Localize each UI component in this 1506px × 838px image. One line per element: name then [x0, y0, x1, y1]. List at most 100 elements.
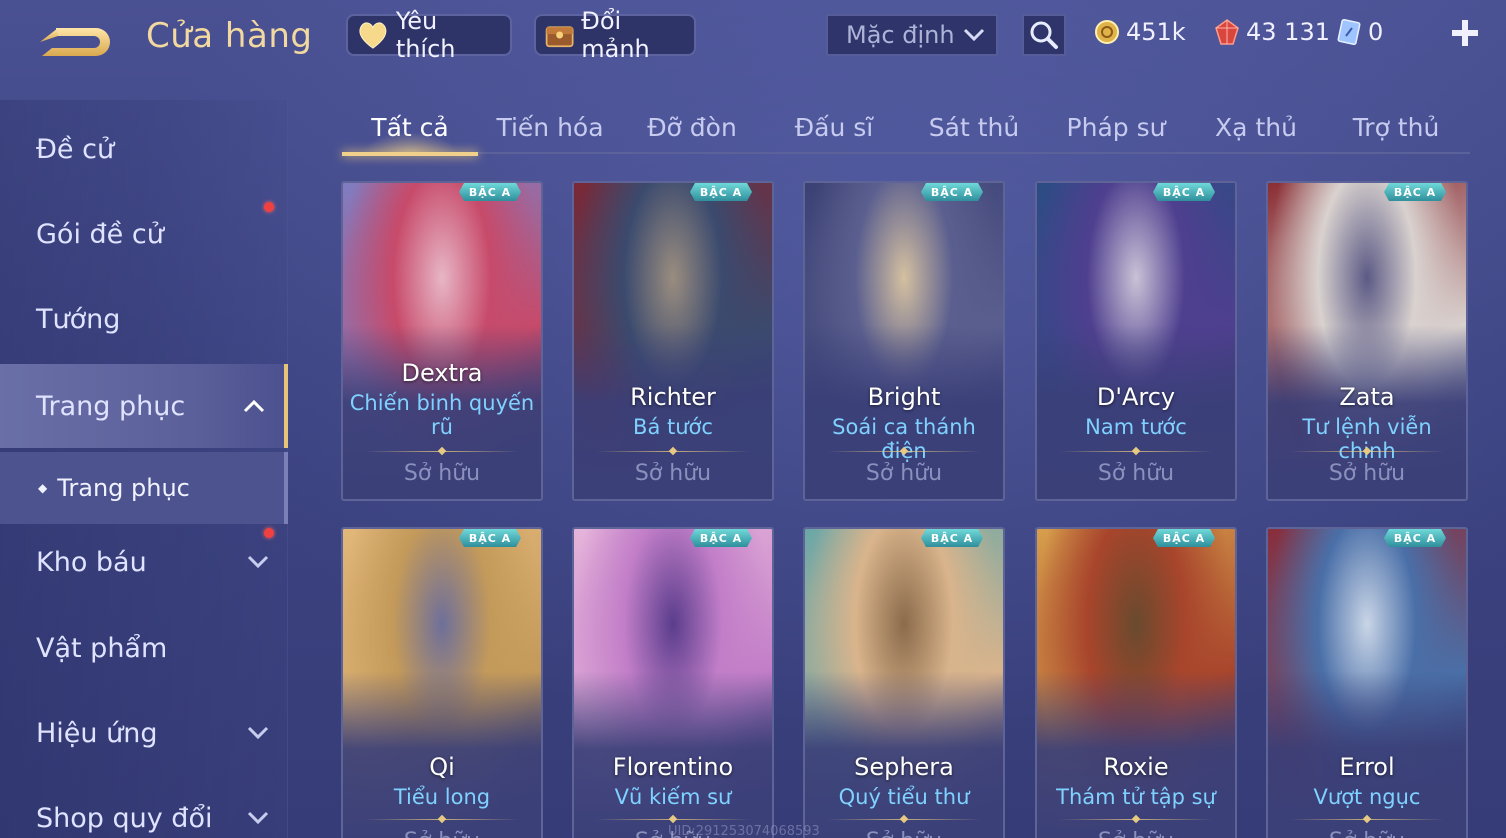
tab-support[interactable]: Trợ thủ: [1328, 100, 1464, 154]
sidebar-item-label: Vật phẩm: [36, 632, 168, 664]
hero-name: Dextra: [401, 359, 483, 387]
owned-status: Sở hữu: [1037, 829, 1235, 838]
treasure-chest-icon: [545, 26, 574, 48]
tab-assassin[interactable]: Sát thủ: [906, 100, 1042, 154]
skin-name: Chiến binh quyến: [349, 391, 535, 415]
hero-name: Qi: [429, 753, 455, 781]
sidebar-item-featured-packs[interactable]: Gói đề cử: [0, 192, 288, 276]
favorites-button[interactable]: Yêu thích: [346, 7, 512, 63]
shard-exchange-label: Đổi mảnh: [581, 7, 650, 63]
skin-name: Thám tử tập sự: [1056, 785, 1216, 809]
gem-amount: 43 131: [1246, 18, 1330, 46]
sidebar-item-label: Hiệu ứng: [36, 717, 158, 749]
sidebar-item-label: Kho báu: [36, 546, 147, 578]
tier-badge: BẬC A: [459, 183, 521, 201]
favorites-label: Yêu thích: [395, 7, 456, 63]
chevron-down-icon: [247, 811, 269, 825]
tier-badge: BẬC A: [1153, 183, 1215, 201]
tier-badge: BẬC A: [690, 183, 752, 201]
tab-tank[interactable]: Đỡ đòn: [624, 100, 760, 154]
owned-status: Sở hữu: [343, 829, 541, 838]
skin-card[interactable]: BẬC A Errol Vượt ngục Sở hữu: [1266, 527, 1468, 838]
sidebar-item-items[interactable]: Vật phẩm: [0, 606, 288, 690]
owned-status: Sở hữu: [1328, 461, 1406, 486]
sidebar-subitem-skins[interactable]: ◆ Trang phục: [0, 452, 288, 524]
skin-name: Bá tước: [633, 415, 713, 439]
gold-balance: 451k: [1094, 16, 1186, 48]
tab-label: Sát thủ: [928, 112, 1020, 142]
sidebar-item-label: Đề cử: [36, 133, 115, 165]
owned-status: Sở hữu: [403, 461, 481, 486]
tier-badge: BẬC A: [1384, 183, 1446, 201]
tab-all[interactable]: Tất cả: [342, 100, 478, 156]
notification-dot: [264, 528, 274, 538]
skin-card[interactable]: BẬC A Bright Soái ca thánh điệnSở hữu: [803, 181, 1005, 501]
skin-card[interactable]: BẬC A Qi Tiểu long Sở hữu: [341, 527, 543, 838]
sidebar-item-skins[interactable]: Trang phục: [0, 364, 288, 448]
sidebar-item-effects[interactable]: Hiệu ứng: [0, 691, 288, 775]
tier-badge: BẬC A: [690, 529, 752, 547]
tier-badge: BẬC A: [921, 529, 983, 547]
skin-card[interactable]: BẬC A D'Arcy Nam tước Sở hữu: [1035, 181, 1237, 501]
skin-card[interactable]: BẬC A Dextra Chiến binh quyến rũ Sở hữu: [341, 181, 543, 501]
gem-balance: 43 131: [1214, 16, 1330, 48]
sidebar-item-featured[interactable]: Đề cử: [0, 107, 288, 191]
tab-fighter[interactable]: Đấu sĩ: [766, 100, 902, 154]
add-currency-button[interactable]: [1450, 18, 1480, 48]
hero-name: Roxie: [1103, 753, 1169, 781]
sort-dropdown[interactable]: Mặc định: [826, 14, 998, 56]
sidebar-item-heroes[interactable]: Tướng: [0, 277, 288, 361]
back-arrow-icon[interactable]: [36, 22, 116, 62]
sort-selected-value: Mặc định: [846, 21, 955, 49]
tab-evolution[interactable]: Tiến hóa: [482, 100, 618, 154]
voucher-balance: 0: [1336, 16, 1383, 48]
tab-mage[interactable]: Pháp sư: [1048, 100, 1184, 154]
tab-label: Đấu sĩ: [794, 112, 874, 142]
skin-card[interactable]: BẬC A Roxie Thám tử tập sự Sở hữu: [1035, 527, 1237, 838]
skin-name: Tư lệnh viễn chinh: [1302, 415, 1432, 463]
chevron-down-icon: [247, 726, 269, 740]
sidebar-item-label: Tướng: [36, 303, 121, 335]
search-button[interactable]: [1022, 14, 1066, 56]
tier-badge: BẬC A: [921, 183, 983, 201]
chevron-down-icon: [963, 28, 985, 42]
tab-active-indicator: [342, 152, 478, 156]
owned-status: Sở hữu: [1268, 829, 1466, 838]
category-tabs: Tất cả Tiến hóa Đỡ đòn Đấu sĩ Sát thủ Ph…: [342, 100, 1470, 156]
sidebar-item-treasure[interactable]: Kho báu: [0, 520, 288, 604]
skin-card[interactable]: BẬC AFlorentinoVũ kiếm sưSở hữu: [572, 527, 774, 838]
hero-name: D'Arcy: [1096, 383, 1176, 411]
chevron-up-icon: [243, 399, 265, 413]
skin-name: Vượt ngục: [1313, 785, 1421, 809]
sidebar-item-exchange-shop[interactable]: Shop quy đổi: [0, 776, 288, 838]
sidebar-item-label: Shop quy đổi: [36, 802, 213, 834]
notification-dot: [264, 202, 274, 212]
owned-status: Sở hữu: [1097, 461, 1175, 486]
skin-name-line2: rũ: [431, 415, 453, 439]
skin-card[interactable]: BẬC A Richter Bá tước Sở hữu: [572, 181, 774, 501]
hero-name: Errol: [1339, 753, 1395, 781]
skin-name: Quý tiểu thư: [838, 785, 970, 809]
tier-badge: BẬC A: [459, 529, 521, 547]
voucher-card-icon: [1337, 18, 1361, 46]
hero-name: Bright: [867, 383, 941, 411]
skin-name: Tiểu long: [393, 785, 491, 809]
shard-exchange-button[interactable]: Đổi mảnh: [534, 7, 696, 63]
skin-name: Soái ca thánh điện: [832, 415, 976, 463]
gold-amount: 451k: [1126, 18, 1186, 46]
sidebar-item-label: Gói đề cử: [36, 218, 164, 250]
tab-active-glow: [362, 132, 458, 154]
skin-card[interactable]: BẬC A Sephera Quý tiểu thư Sở hữu: [803, 527, 1005, 838]
ruby-gem-icon: [1215, 19, 1239, 45]
uid-watermark: UID:291253074068593: [668, 824, 820, 838]
gold-coin-icon: [1095, 20, 1119, 44]
tab-marksman[interactable]: Xạ thủ: [1188, 100, 1324, 154]
skin-card[interactable]: BẬC A Zata Tư lệnh viễn chinhSở hữu: [1266, 181, 1468, 501]
skin-name: Nam tước: [1085, 415, 1187, 439]
sidebar-item-label: Trang phục: [36, 390, 186, 422]
tab-label: Pháp sư: [1066, 112, 1166, 142]
hero-name: Sephera: [854, 753, 954, 781]
tier-badge: BẬC A: [1384, 529, 1446, 547]
owned-status: Sở hữu: [634, 461, 712, 486]
skin-name: Vũ kiếm sư: [614, 785, 732, 809]
